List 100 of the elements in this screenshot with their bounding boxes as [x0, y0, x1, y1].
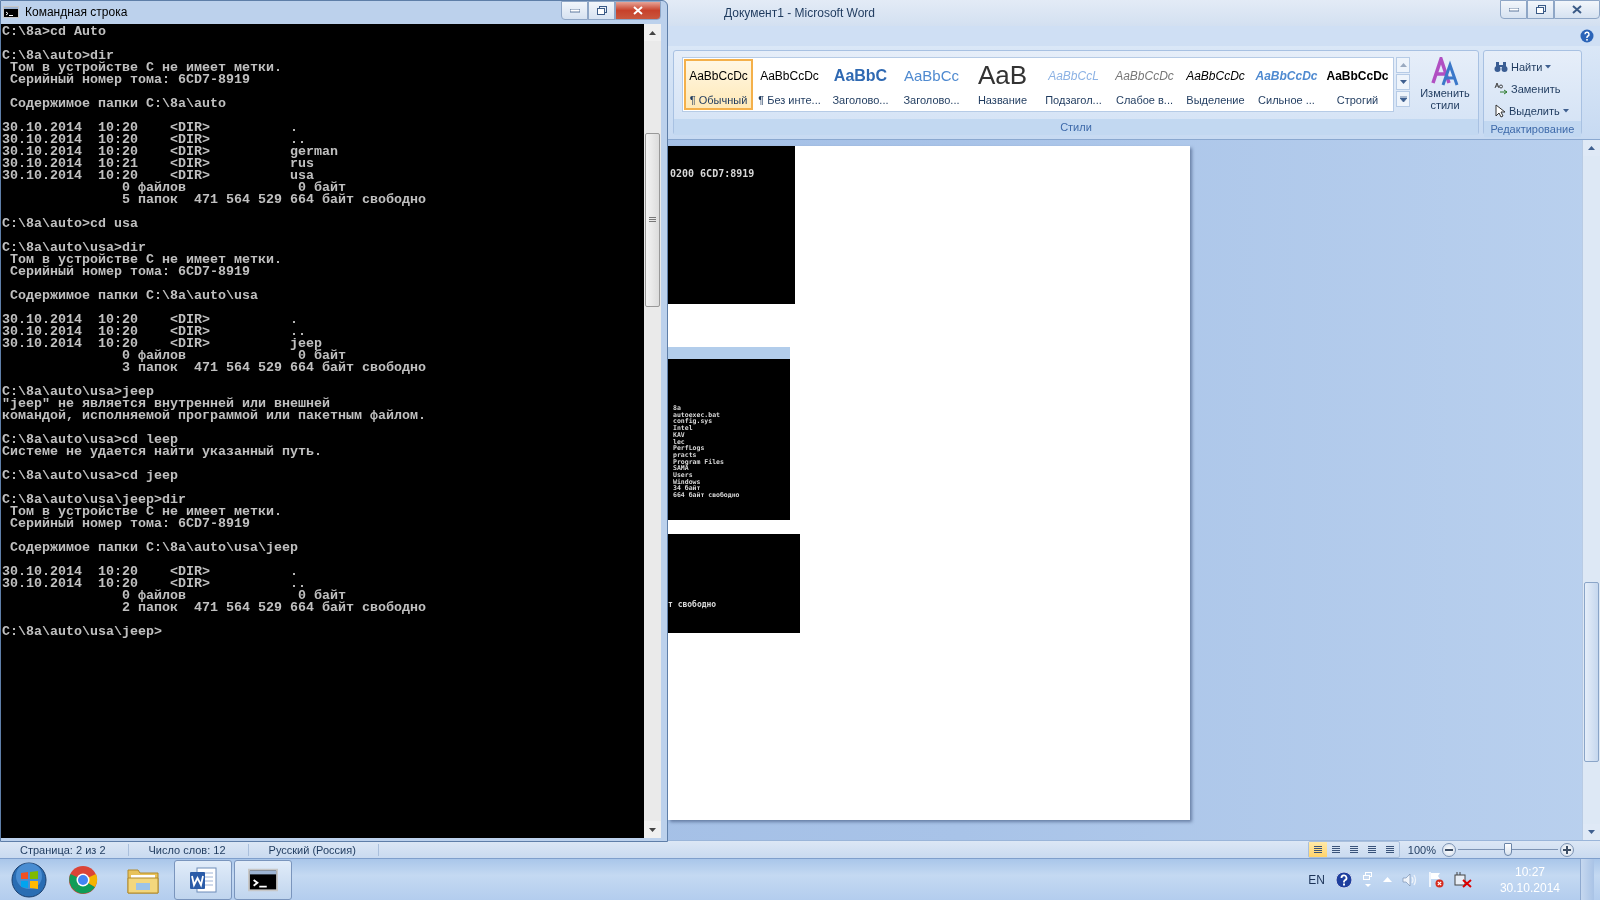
- style-label: Заголово...: [903, 94, 960, 106]
- console-line: 30.10.2014 10:21 <DIR> rus: [2, 158, 314, 170]
- network-button[interactable]: [1453, 871, 1472, 888]
- group-label: Стили: [674, 119, 1478, 135]
- style-label: Строгий: [1336, 94, 1379, 106]
- maximize-icon: [596, 6, 607, 15]
- help-button[interactable]: [1580, 29, 1594, 43]
- style-sample: AaBbCcDc: [1255, 68, 1318, 85]
- tray-help-button[interactable]: [1334, 870, 1353, 889]
- scroll-down-button[interactable]: [644, 821, 661, 838]
- console-line: C:\8a\auto>dir: [2, 50, 114, 62]
- more-arrow-icon: [1399, 96, 1407, 102]
- close-button[interactable]: [1554, 0, 1600, 19]
- up-arrow-icon: [1588, 146, 1595, 150]
- console-line: C:\8a\auto\usa>dir: [2, 242, 146, 254]
- gallery-down-button[interactable]: [1396, 74, 1410, 90]
- console-line: 30.10.2014 10:20 <DIR> .: [2, 314, 299, 326]
- scrollbar-thumb[interactable]: [1584, 582, 1599, 762]
- console-line: 30.10.2014 10:20 <DIR> german: [2, 146, 339, 158]
- network-icon: [1453, 871, 1472, 888]
- style-sample: AaBbCcDc: [1326, 68, 1389, 85]
- console-line: 0 файлов 0 байт: [120, 350, 346, 362]
- console-line: C:\8a\auto\usa>cd leep: [2, 434, 178, 446]
- style-label: Заголово...: [832, 94, 889, 106]
- editing-button[interactable]: Заменить: [1492, 79, 1571, 99]
- style-sample: AaBbCcDc: [760, 68, 819, 85]
- console-line: 30.10.2014 10:20 <DIR> .: [2, 566, 299, 578]
- view-icon: [1366, 844, 1377, 855]
- cursor-icon: [1494, 104, 1506, 118]
- terminal-icon: [248, 867, 278, 892]
- style-sample: AaBbCcDc: [1186, 68, 1245, 85]
- scroll-up-button[interactable]: [644, 24, 661, 41]
- style-sample: AaBbCcL: [1048, 68, 1099, 85]
- maximize-button[interactable]: [1527, 0, 1554, 19]
- console-line: 5 папок 471 564 529 664 байт свободно: [120, 194, 427, 206]
- style-sample: AaBbCcDc: [1115, 68, 1174, 85]
- up-arrow-icon: [1399, 63, 1407, 67]
- maximize-button[interactable]: [588, 1, 615, 20]
- console-line: C:\8a\auto>cd usa: [2, 218, 139, 230]
- screenshot-text: т свободно: [668, 600, 718, 610]
- style-gallery-item[interactable]: AaBbCcDc ¶ Обычный: [684, 59, 753, 110]
- help-icon: [1334, 870, 1353, 889]
- action-center-button[interactable]: [1427, 871, 1444, 888]
- editing-button[interactable]: Выделить: [1492, 101, 1571, 121]
- view-icon: [1348, 844, 1359, 855]
- group-label: Редактирование: [1484, 121, 1581, 137]
- language-indicator[interactable]: EN: [1308, 872, 1325, 887]
- taskbar-button[interactable]: [234, 859, 292, 900]
- console-line: 30.10.2014 10:20 <DIR> ..: [2, 578, 307, 590]
- console-line: C:\8a>cd Auto: [2, 26, 107, 38]
- close-button[interactable]: [615, 1, 661, 20]
- console-line: Том в устройстве C не имеет метки.: [9, 62, 283, 74]
- down-arrow-icon: [1588, 830, 1595, 834]
- status-item[interactable]: Число слов: 12: [128, 843, 249, 856]
- minimize-icon: [569, 8, 580, 13]
- down-arrow-icon: [649, 827, 656, 832]
- style-sample: AaB: [977, 64, 1028, 86]
- style-sample: AaBbC: [833, 66, 888, 86]
- console-line: 30.10.2014 10:20 <DIR> jeep: [2, 338, 322, 350]
- gallery-more-button[interactable]: [1396, 91, 1410, 107]
- maximize-icon: [1535, 5, 1546, 14]
- style-label: Выделение: [1186, 94, 1245, 106]
- status-item[interactable]: Страница: 2 из 2: [0, 843, 129, 856]
- zoom-out-button[interactable]: [1442, 842, 1456, 857]
- close-icon: [633, 6, 643, 15]
- console-line: Системе не удается найти указанный путь.: [2, 446, 323, 458]
- style-label: Слабое в...: [1115, 94, 1174, 106]
- console-line: Серийный номер тома: 6CD7-8919: [9, 74, 251, 86]
- console-line: Серийный номер тома: 6CD7-8919: [9, 518, 251, 530]
- console-line: 0 файлов 0 байт: [120, 590, 346, 602]
- plus-icon: [1563, 845, 1571, 854]
- style-sample: AaBbCcDc: [689, 68, 748, 85]
- console-line: Содержимое папки C:\8a\auto: [9, 98, 227, 110]
- zoom-level[interactable]: 100%: [1407, 843, 1436, 856]
- view-icon: [1330, 844, 1341, 855]
- letters-icon: [1429, 57, 1461, 87]
- orb-icon: [11, 861, 47, 898]
- style-label: Подзагол...: [1045, 94, 1102, 106]
- zoom-slider[interactable]: [1458, 842, 1558, 857]
- status-item[interactable]: Русский (Россия): [248, 843, 379, 856]
- style-label: Сильное ...: [1258, 94, 1315, 106]
- scrollbar-thumb[interactable]: [645, 133, 660, 307]
- slider-thumb[interactable]: [1504, 842, 1512, 856]
- help-icon: [1580, 29, 1594, 43]
- caret-icon: [1562, 109, 1569, 113]
- caret-icon: [1545, 65, 1552, 69]
- taskbar-button[interactable]: [174, 859, 232, 900]
- zoom-in-button[interactable]: [1560, 842, 1574, 857]
- console-line: Том в устройстве C не имеет метки.: [10, 506, 283, 518]
- document-icon: [188, 864, 218, 895]
- change-styles-button[interactable]: Изменить стили: [1416, 57, 1474, 119]
- console-line: Серийный номер тома: 6CD7-8919: [9, 266, 251, 278]
- editing-button[interactable]: Найти: [1492, 57, 1571, 77]
- minus-icon: [1445, 848, 1453, 851]
- minimize-icon: [1508, 7, 1519, 12]
- speaker-icon: [1401, 872, 1418, 887]
- close-icon: [1572, 5, 1582, 14]
- browser-icon: [68, 864, 98, 895]
- view-icon: [1312, 844, 1323, 855]
- view-button[interactable]: [1308, 842, 1327, 857]
